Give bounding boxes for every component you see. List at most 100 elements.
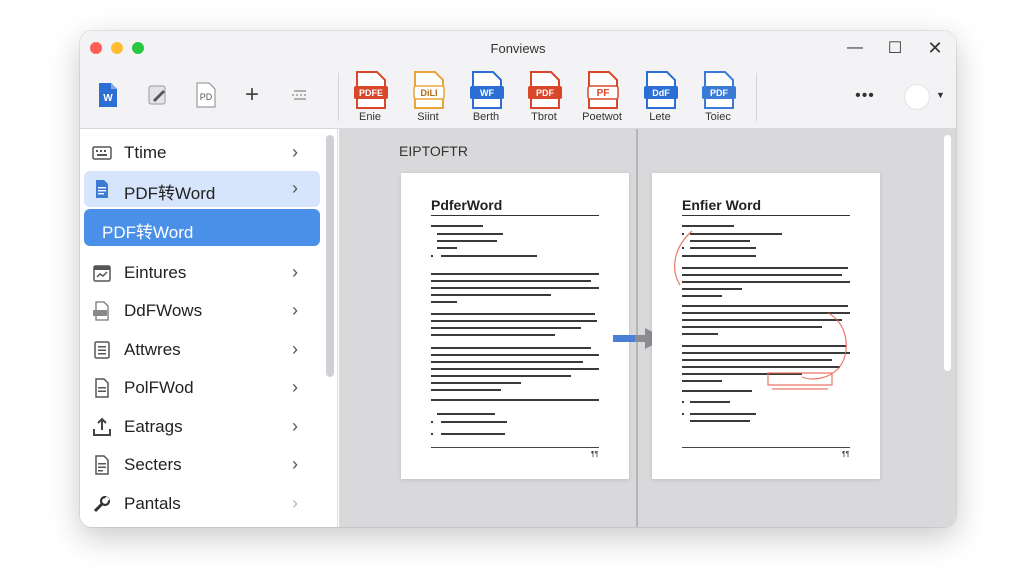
- svg-text:PDF: PDF: [536, 88, 555, 98]
- maximize-button[interactable]: ☐: [882, 37, 908, 59]
- word-file-icon: WF: [470, 71, 504, 109]
- close-button[interactable]: ✕: [922, 37, 948, 59]
- tool-label: Poetwot: [582, 111, 622, 123]
- tool-label: Siint: [417, 111, 439, 123]
- svg-text:DiLI: DiLI: [421, 88, 438, 98]
- svg-text:DdF: DdF: [652, 88, 670, 98]
- avatar: [904, 84, 930, 110]
- pdf-file-icon: PF: [587, 71, 619, 109]
- sidebar-item-label: Ttime: [124, 143, 167, 162]
- document-icon: [96, 180, 108, 198]
- title-bar: Fonviews — ☐ ✕: [80, 31, 956, 65]
- svg-text:WF: WF: [480, 88, 494, 98]
- sidebar-item-label: Eatrags: [124, 417, 183, 436]
- keyboard-icon: [92, 146, 112, 160]
- pdf-icon: [93, 301, 109, 321]
- chevron-right-icon: ›: [292, 178, 298, 198]
- caret-down-icon: ▼: [936, 90, 945, 100]
- active-item-label: PDF转Word: [102, 223, 194, 242]
- split-icon: [292, 90, 308, 100]
- svg-text:W: W: [103, 93, 113, 104]
- chevron-right-icon: ›: [292, 300, 298, 320]
- tool-siint[interactable]: DiLI Siint: [398, 69, 458, 127]
- chevron-right-icon: ›: [292, 454, 298, 474]
- tool-poetwot[interactable]: PF Poetwot: [572, 69, 632, 127]
- chevron-right-icon: ›: [292, 262, 298, 282]
- pdf-tool-button[interactable]: PD: [190, 78, 222, 112]
- upload-icon: [93, 417, 111, 436]
- sidebar-item-secters[interactable]: Secters ›: [84, 447, 320, 483]
- preview-scrollbar[interactable]: [944, 135, 951, 371]
- tool-toiec[interactable]: PDF Toiec: [688, 69, 748, 127]
- plus-icon: +: [244, 81, 259, 108]
- sidebar: Ttime › PDF转Word › PDF转Word Eintures › D…: [80, 129, 338, 527]
- sidebar-item-polfwod[interactable]: PolFWod ›: [84, 370, 320, 406]
- tool-tbrot[interactable]: PDF Tbrot: [514, 69, 574, 127]
- sidebar-item-pdf-to-word[interactable]: PDF转Word ›: [84, 171, 320, 207]
- tool-icon: [93, 495, 111, 513]
- sidebar-item-attwres[interactable]: Attwres ›: [84, 332, 320, 368]
- pdf-file-icon: PDFE: [354, 71, 388, 109]
- app-window: Fonviews — ☐ ✕ W PD + PDFE Enie DiLI Sii…: [80, 31, 956, 527]
- tool-label: Enie: [358, 111, 382, 123]
- tool-lete[interactable]: DdF Lete: [630, 69, 690, 127]
- footer-rule: [431, 447, 599, 448]
- tool-label: Berth: [472, 111, 500, 123]
- chevron-right-icon: ›: [292, 416, 298, 436]
- account-menu[interactable]: ▼: [898, 81, 946, 113]
- edit-tool-button[interactable]: [142, 78, 174, 112]
- sidebar-item-ddfwows[interactable]: DdFWows ›: [84, 293, 320, 329]
- sidebar-item-label: Eintures: [124, 263, 187, 282]
- notes-icon: [95, 455, 109, 475]
- sidebar-scrollbar[interactable]: [326, 135, 334, 377]
- sidebar-item-pantals[interactable]: Pantals ›: [84, 486, 320, 522]
- chevron-right-icon: ›: [292, 377, 298, 397]
- section-heading: EIPTOFTR: [399, 143, 468, 159]
- svg-text:PD: PD: [200, 92, 213, 102]
- svg-text:PF: PF: [597, 88, 610, 99]
- source-text-lines: [431, 225, 599, 435]
- list-icon: [94, 341, 110, 359]
- sidebar-item-ttime[interactable]: Ttime ›: [84, 135, 320, 171]
- add-button[interactable]: +: [236, 78, 268, 112]
- pdf-doc-icon: PD: [196, 82, 216, 108]
- more-button[interactable]: •••: [850, 87, 880, 107]
- compress-file-icon: DiLI: [413, 71, 445, 109]
- calendar-icon: [93, 265, 111, 282]
- chevron-right-icon: ›: [292, 142, 298, 162]
- toolbar: W PD + PDFE Enie DiLI Siint WF Berth PDF…: [80, 65, 956, 129]
- word-icon: W: [99, 83, 117, 107]
- split-tool-button[interactable]: [284, 78, 316, 112]
- sidebar-active-item[interactable]: PDF转Word: [84, 209, 320, 246]
- sidebar-item-label: DdFWows: [124, 301, 203, 320]
- doc-file-icon: DdF: [644, 71, 678, 109]
- footer-rule: [682, 447, 850, 448]
- window-title: Fonviews: [490, 41, 546, 56]
- tool-label: Toiec: [705, 111, 731, 123]
- sidebar-item-eatrags[interactable]: Eatrags ›: [84, 409, 320, 445]
- sidebar-item-label: PDF转Word: [124, 184, 216, 203]
- toolbar-separator: [338, 73, 339, 121]
- sidebar-item-label: PolFWod: [124, 378, 194, 397]
- output-document: Enfier Word ¶¶: [652, 173, 880, 479]
- tool-label: Lete: [649, 111, 671, 123]
- svg-text:PDF: PDF: [710, 88, 729, 98]
- sidebar-item-label: Attwres: [124, 340, 181, 359]
- tool-enie[interactable]: PDFE Enie: [340, 69, 400, 127]
- output-text-lines: [674, 225, 850, 422]
- edit-icon: [148, 85, 166, 105]
- page-number: ¶¶: [842, 451, 850, 458]
- source-document: PdferWord ¶¶: [401, 173, 629, 479]
- preview-area: EIPTOFTR PdferWord ¶¶ Enfier Word ¶¶: [339, 129, 956, 527]
- toolbar-separator: [756, 73, 757, 121]
- sidebar-item-eintures[interactable]: Eintures ›: [84, 255, 320, 291]
- pdf-convert-icon: PDF: [702, 71, 736, 109]
- word-tool-button[interactable]: W: [92, 78, 124, 112]
- tool-label: Tbrot: [531, 111, 557, 123]
- svg-text:PDFE: PDFE: [359, 88, 383, 98]
- tool-berth[interactable]: WF Berth: [456, 69, 516, 127]
- page-number: ¶¶: [591, 451, 599, 458]
- chevron-right-icon: ›: [292, 339, 298, 359]
- chevron-right-icon: ›: [292, 493, 298, 513]
- minimize-button[interactable]: —: [842, 37, 868, 59]
